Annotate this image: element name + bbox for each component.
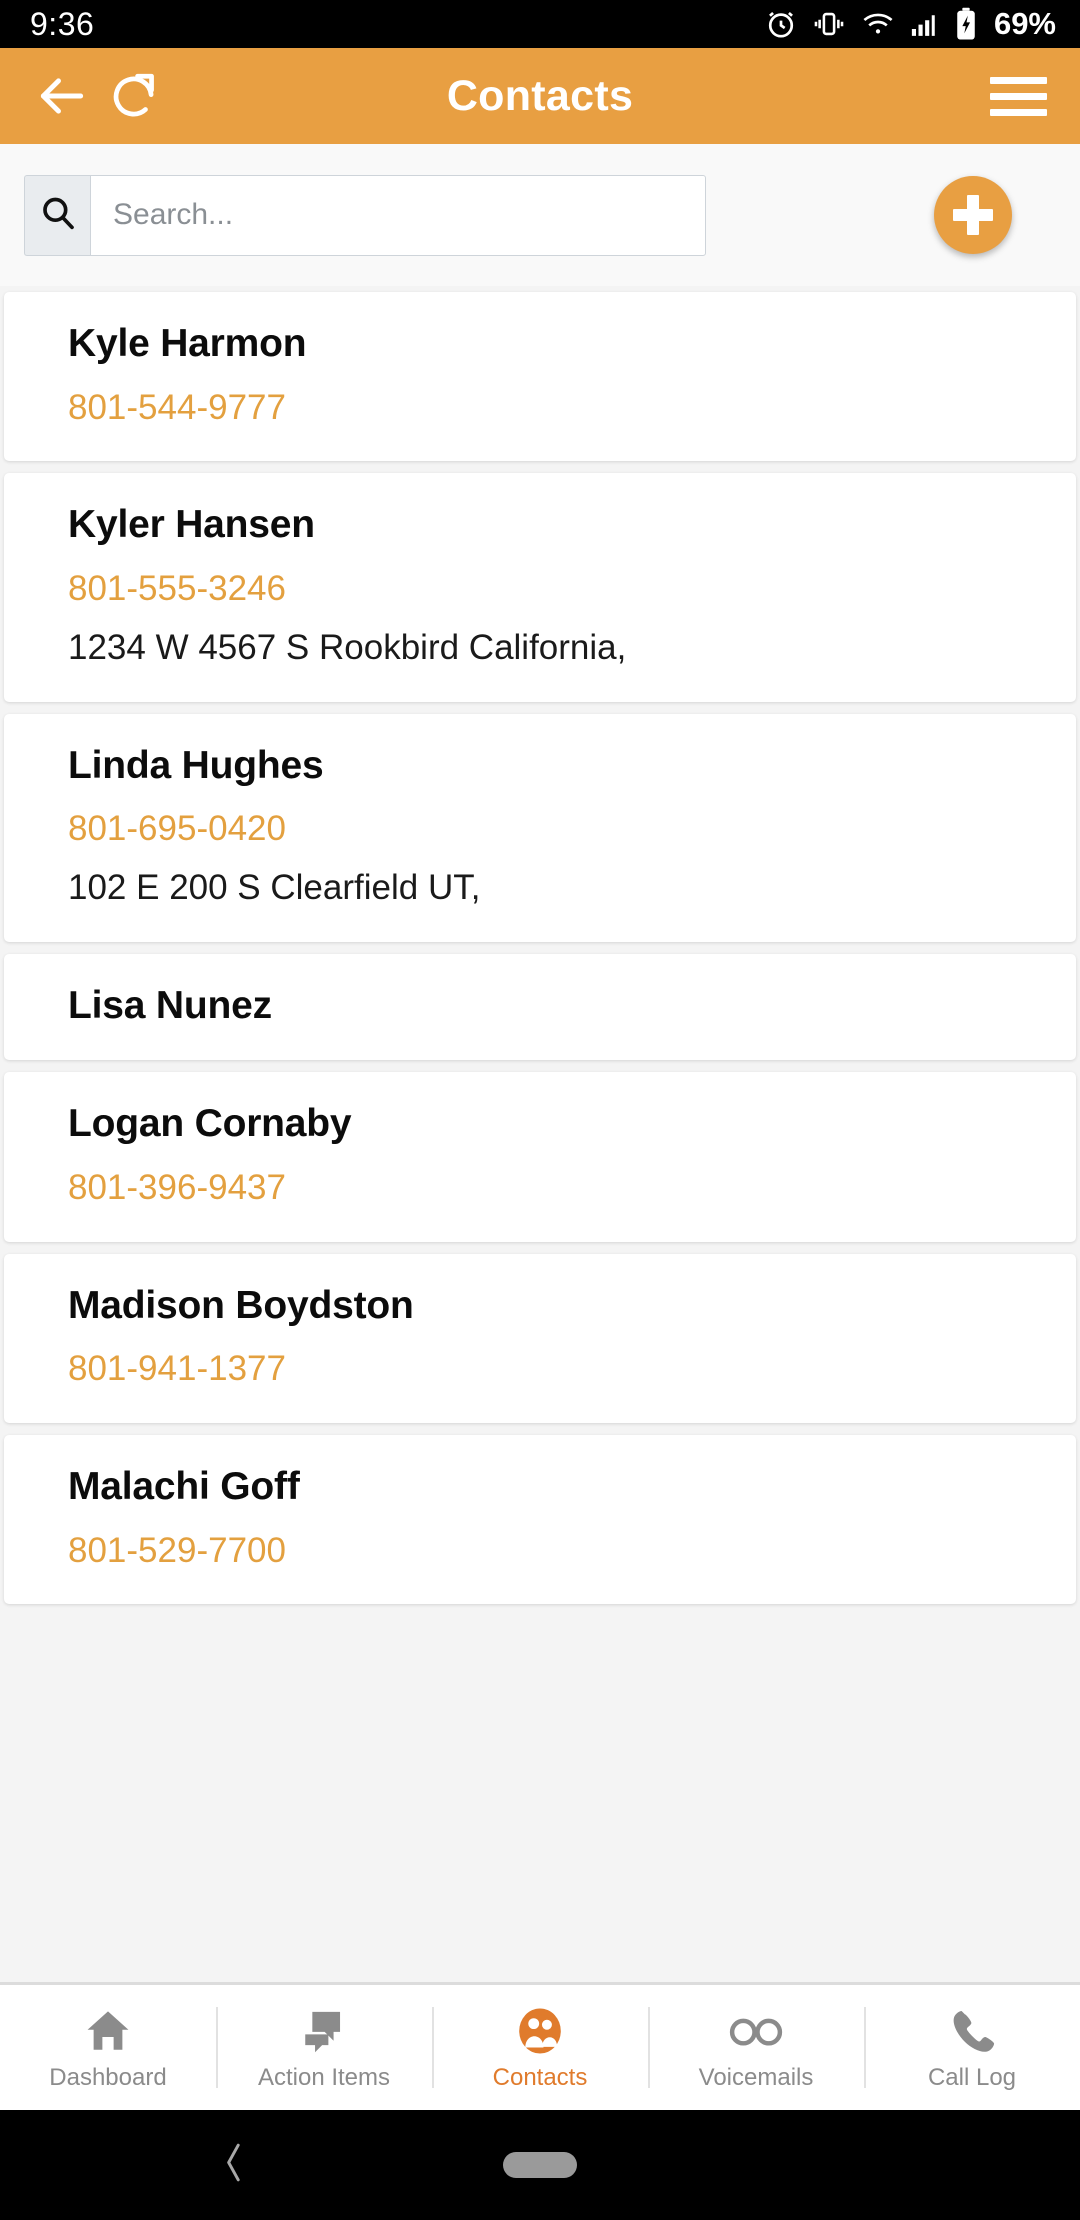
contact-card[interactable]: Lisa Nunez xyxy=(4,953,1076,1061)
android-system-nav xyxy=(0,2110,1080,2220)
search-bar[interactable] xyxy=(24,174,706,256)
contact-name: Malachi Goff xyxy=(68,1465,300,1509)
search-row xyxy=(0,144,1080,286)
alarm-icon xyxy=(764,7,798,41)
search-icon-button[interactable] xyxy=(24,174,90,256)
wifi-icon xyxy=(860,7,896,41)
contact-card[interactable]: Malachi Goff 801-529-7700 xyxy=(4,1435,1076,1605)
contact-card[interactable]: Logan Cornaby 801-396-9437 xyxy=(4,1072,1076,1242)
contact-card[interactable]: Kyler Hansen 801-555-3246 1234 W 4567 S Ro… xyxy=(4,473,1076,702)
hamburger-menu-icon[interactable] xyxy=(982,76,1054,116)
back-arrow-icon xyxy=(34,68,90,124)
status-clock: 9:36 xyxy=(30,6,95,42)
status-icons: 69% xyxy=(764,6,1056,42)
contact-phone[interactable]: 801-695-0420 xyxy=(4,804,1076,855)
voicemail-icon xyxy=(728,2005,784,2057)
contact-phone[interactable]: 801-396-9437 xyxy=(4,1163,1076,1214)
contact-phone[interactable]: 801-544-9777 xyxy=(4,383,1076,434)
refresh-icon xyxy=(107,69,161,123)
vibrate-icon xyxy=(812,7,846,41)
contact-phone[interactable]: 801-555-3246 xyxy=(4,564,1076,615)
tab-label: Dashboard xyxy=(49,2064,167,2091)
contact-name: Madison Boydston xyxy=(68,1283,414,1327)
contact-name: Linda Hughes xyxy=(68,743,324,787)
bottom-tab-bar: Dashboard Action Items Contacts Voicemai… xyxy=(0,1982,1080,2110)
tab-dashboard[interactable]: Dashboard xyxy=(0,1985,216,2110)
people-icon xyxy=(514,2005,566,2057)
home-pill-icon[interactable] xyxy=(503,2152,577,2178)
status-bar: 9:36 69% xyxy=(0,0,1080,48)
refresh-button[interactable] xyxy=(98,60,170,132)
add-contact-button[interactable] xyxy=(934,176,1012,254)
contact-list[interactable]: Kyle Harmon 801-544-9777 Kyler Hansen 801-5… xyxy=(0,286,1080,1982)
search-input[interactable] xyxy=(90,174,706,256)
tab-label: Call Log xyxy=(927,2064,1017,2091)
contact-name: Kyle Harmon xyxy=(68,322,307,365)
phone-icon xyxy=(947,2005,997,2057)
contact-phone[interactable]: 801-941-1377 xyxy=(4,1344,1076,1395)
contact-card[interactable]: Madison Boydston 801-941-1377 xyxy=(4,1253,1076,1424)
battery-percent: 69% xyxy=(993,6,1056,41)
search-icon xyxy=(38,193,78,238)
tab-action-items[interactable]: Action Items xyxy=(216,1985,432,2110)
add-contact-wrap xyxy=(934,176,1012,254)
contact-name: Logan Cornaby xyxy=(68,1102,352,1146)
phone-screen: 9:36 69% Contacts Search... Kyle Harmon … xyxy=(0,0,1080,2220)
tab-call-log[interactable]: Call Log xyxy=(864,1985,1080,2110)
app-header: Contacts xyxy=(0,48,1080,144)
chevron-left-icon xyxy=(216,2137,250,2194)
contact-phone[interactable]: 801-529-7700 xyxy=(4,1526,1076,1577)
contact-card[interactable]: Kyle Harmon 801-544-9777 xyxy=(4,292,1076,462)
tab-label: Contacts xyxy=(492,2064,588,2091)
plus-icon xyxy=(953,195,993,235)
contact-address: 102 E 200 S Clearfield UT, xyxy=(68,867,481,907)
tab-voicemails[interactable]: Voicemails xyxy=(648,1985,864,2110)
tab-label: Voicemails xyxy=(698,2064,814,2091)
battery-charging-icon xyxy=(954,7,978,41)
tab-contacts[interactable]: Contacts xyxy=(432,1985,648,2110)
cellular-signal-icon xyxy=(910,7,940,41)
contact-card[interactable]: Linda Hughes 801-695-0420 102 E 200 S Clea… xyxy=(4,713,1076,942)
home-icon xyxy=(83,2005,133,2057)
contact-name: Lisa Nunez xyxy=(68,983,272,1027)
chat-icon xyxy=(299,2005,349,2057)
contact-name: Kyler Hansen xyxy=(68,503,315,547)
system-back-button[interactable] xyxy=(216,2137,250,2194)
back-button[interactable] xyxy=(26,60,98,132)
contact-address: 1234 W 4567 S Rookbird California, xyxy=(68,627,627,667)
tab-label: Action Items xyxy=(257,2064,391,2091)
